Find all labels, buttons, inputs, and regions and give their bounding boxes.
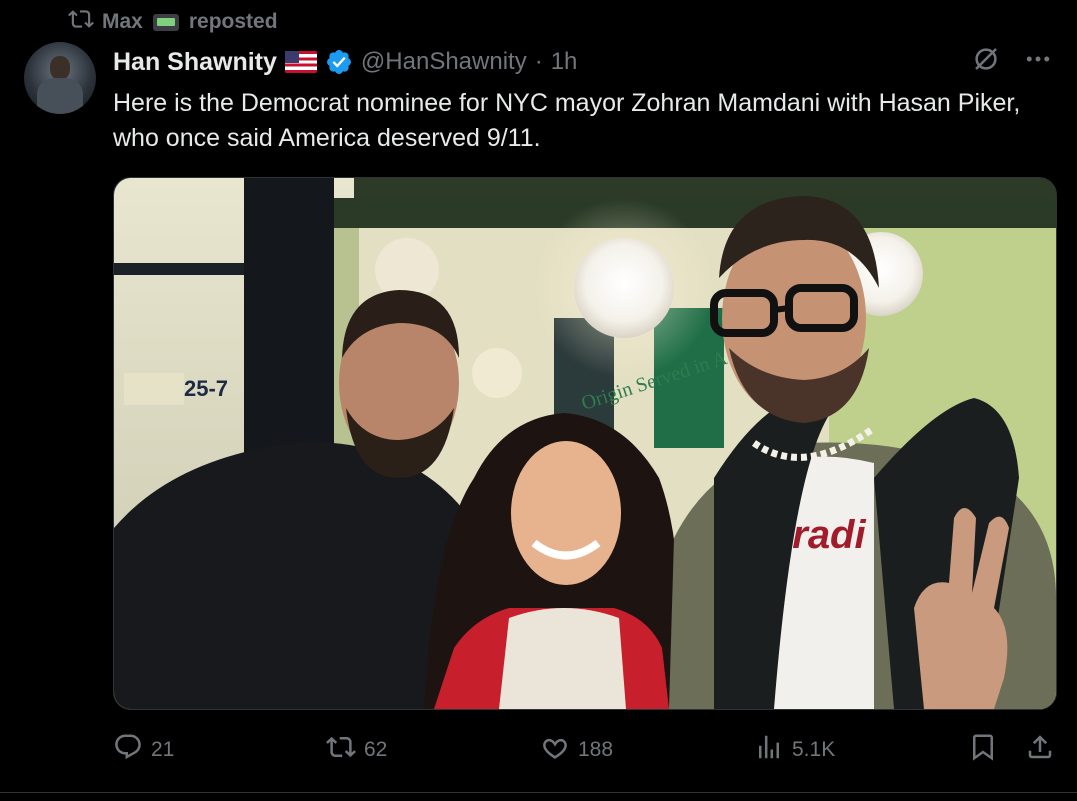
separator-dot: ·	[534, 48, 543, 75]
like-count: 188	[578, 738, 614, 761]
reply-icon	[113, 732, 143, 768]
pager-emoji-icon	[152, 13, 179, 31]
author-handle[interactable]: @HanShawnity	[361, 48, 527, 76]
avatar[interactable]	[24, 42, 96, 114]
repost-user[interactable]: Max	[102, 10, 143, 34]
reply-count: 21	[151, 738, 175, 761]
repost-context: Max reposted	[68, 8, 278, 36]
repost-button[interactable]: 62	[326, 726, 387, 774]
reply-button[interactable]: 21	[113, 726, 174, 774]
tweet-top-actions	[971, 44, 1053, 79]
us-flag-icon	[284, 51, 317, 73]
bookmark-button[interactable]	[968, 726, 998, 774]
grok-icon[interactable]	[971, 44, 1001, 79]
tweet-header: Han Shawnity @HanShawnity · 1h	[113, 44, 577, 80]
share-button[interactable]	[1025, 726, 1055, 774]
repost-label: reposted	[188, 10, 278, 33]
verified-badge-icon[interactable]	[325, 48, 353, 76]
tweet-timestamp[interactable]: 1h	[551, 48, 578, 76]
tweet-action-bar: 21 62 188 5.1K	[113, 726, 1055, 774]
divider	[0, 792, 1077, 793]
like-button[interactable]: 188	[540, 726, 613, 774]
tweet-text: Here is the Democrat nominee for NYC may…	[113, 89, 1021, 152]
view-count: 5.1K	[792, 738, 836, 761]
analytics-icon	[754, 732, 784, 768]
tweet-photo[interactable]: 25-7 Origin Served in A aradi	[113, 177, 1057, 710]
share-icon	[1025, 732, 1055, 768]
address-sign-text: 25-7	[184, 376, 228, 401]
repost-count: 62	[364, 738, 388, 761]
more-options-icon[interactable]	[1023, 44, 1053, 79]
repost-icon	[326, 732, 356, 768]
repost-icon	[68, 6, 94, 38]
bookmark-icon	[968, 732, 998, 768]
views-button[interactable]: 5.1K	[754, 726, 835, 774]
heart-icon	[540, 732, 570, 768]
author-display-name[interactable]: Han Shawnity	[113, 48, 277, 77]
